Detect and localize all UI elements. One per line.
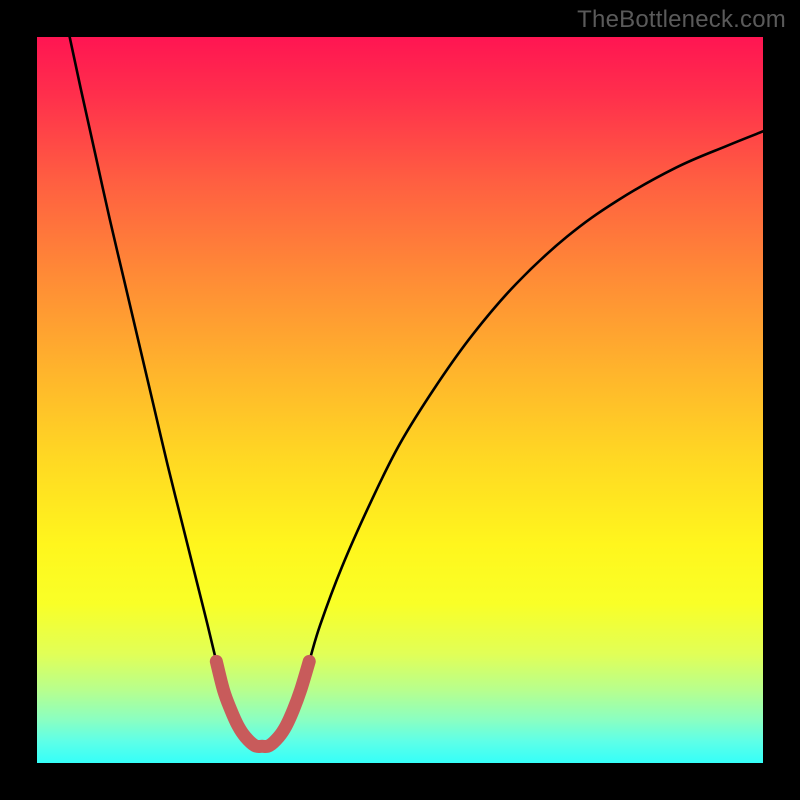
curve-layer	[37, 37, 763, 763]
curve-right-branch	[262, 131, 763, 746]
curve-left-branch	[70, 37, 262, 747]
curve-thick-band	[216, 661, 309, 746]
watermark-label: TheBottleneck.com	[577, 6, 786, 34]
outer-frame: TheBottleneck.com	[0, 0, 800, 800]
plot-area	[37, 37, 763, 763]
